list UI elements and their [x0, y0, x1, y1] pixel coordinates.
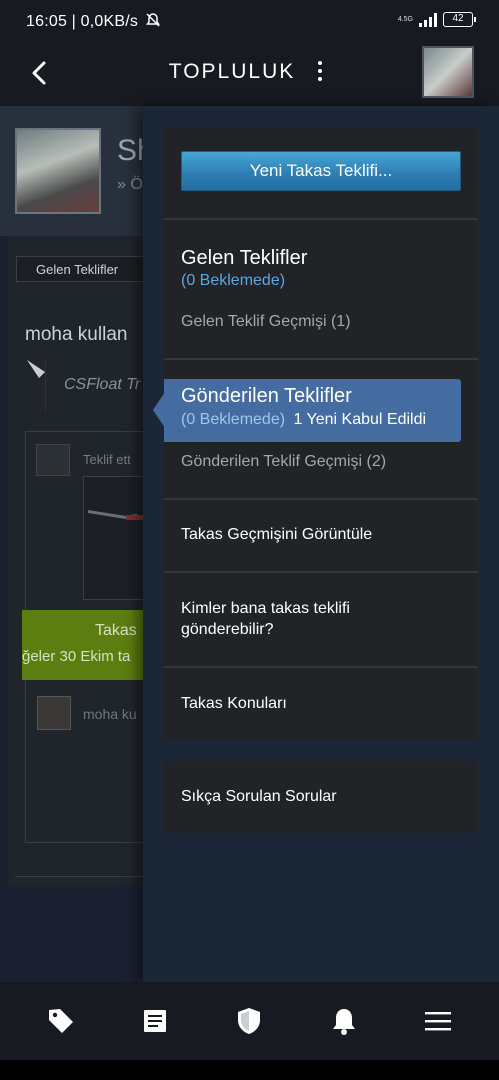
profile-name: Sh [117, 134, 145, 167]
notifications-muted-icon [145, 13, 160, 27]
csfloat-logo-icon [27, 360, 45, 378]
nav-notifications[interactable] [314, 991, 374, 1051]
partner-name: CSFloat Tr [45, 361, 145, 411]
system-gesture-bar [0, 1060, 499, 1080]
status-bar: 16:05 | 0,0KB/s 4.5G 42 [0, 0, 499, 42]
page-title: TOPLULUK [168, 60, 296, 83]
who-can-send-offers-link[interactable]: Kimler bana takas teklifi gönderebilir? [181, 598, 441, 640]
signal-icon [419, 12, 437, 27]
bell-icon [332, 1009, 355, 1035]
trade-offers-drawer: Yeni Takas Teklifi... Gelen Teklifler (0… [143, 106, 499, 982]
battery-level: 42 [452, 13, 464, 24]
view-trade-history-link[interactable]: Takas Geçmişini Görüntüle [181, 524, 372, 545]
network-type: 4.5G [397, 16, 413, 23]
faq-card: Sıkça Sorulan Sorular [164, 761, 478, 833]
header-avatar[interactable] [422, 46, 474, 98]
avatar [37, 696, 71, 730]
status-indicators: 4.5G 42 [397, 12, 476, 27]
divider [15, 876, 145, 877]
divider [164, 666, 478, 668]
profile-breadcrumb: » Ö [117, 176, 143, 193]
avatar [36, 444, 70, 476]
banner-line-2: ğeler 30 Ekim ta [22, 648, 131, 665]
user-heading: moha kullan [25, 324, 128, 345]
tag-icon [49, 1009, 74, 1033]
nav-guard[interactable] [219, 991, 279, 1051]
shield-icon [238, 1008, 261, 1034]
banner-line-1: Takas [95, 622, 137, 639]
battery-icon: 42 [443, 12, 476, 27]
news-icon [144, 1010, 167, 1032]
status-time-speed: 16:05 | 0,0KB/s [26, 12, 161, 31]
bottom-navigation [0, 982, 499, 1060]
sent-history-link[interactable]: Gönderilen Teklif Geçmişi (2) [181, 453, 386, 471]
divider [164, 218, 478, 220]
sent-offers-title: Gönderilen Teklifler [181, 385, 352, 407]
trade-menu-card: Yeni Takas Teklifi... Gelen Teklifler (0… [153, 126, 478, 740]
sent-offers-link[interactable]: Gönderilen Teklifler (0 Beklemede) 1 Yen… [164, 379, 461, 442]
offer-text: Teklif ett [83, 452, 131, 467]
trade-item-slot[interactable] [83, 476, 145, 600]
background-visible-area: Sh » Ö Gelen Teklifler moha kullan CSFlo… [0, 106, 145, 982]
app-header: TOPLULUK [0, 42, 499, 106]
divider [164, 358, 478, 360]
nav-news[interactable] [125, 991, 185, 1051]
menu-icon [424, 1012, 451, 1031]
more-options-icon[interactable] [313, 58, 327, 88]
sent-accepted-count: 1 Yeni Kabul Edildi [293, 411, 427, 428]
accepted-banner [22, 610, 145, 680]
tab-incoming-offers[interactable]: Gelen Teklifler [16, 256, 145, 282]
profile-avatar [15, 128, 101, 214]
user-short: moha ku [83, 706, 137, 722]
incoming-offers-link[interactable]: Gelen Teklifler [181, 247, 307, 270]
divider [164, 498, 478, 500]
incoming-history-link[interactable]: Gelen Teklif Geçmişi (1) [181, 313, 351, 331]
sent-status: (0 Beklemede) 1 Yeni Kabul Edildi [181, 411, 426, 429]
sent-pending-count: (0 Beklemede) [181, 411, 286, 428]
nav-menu[interactable] [408, 991, 468, 1051]
new-trade-offer-button[interactable]: Yeni Takas Teklifi... [181, 151, 461, 191]
incoming-pending-count: (0 Beklemede) [181, 272, 286, 289]
knife-item-icon [88, 510, 145, 520]
nav-store[interactable] [31, 991, 91, 1051]
trade-topics-link[interactable]: Takas Konuları [181, 693, 287, 714]
divider [164, 571, 478, 573]
faq-link[interactable]: Sıkça Sorulan Sorular [181, 786, 337, 807]
